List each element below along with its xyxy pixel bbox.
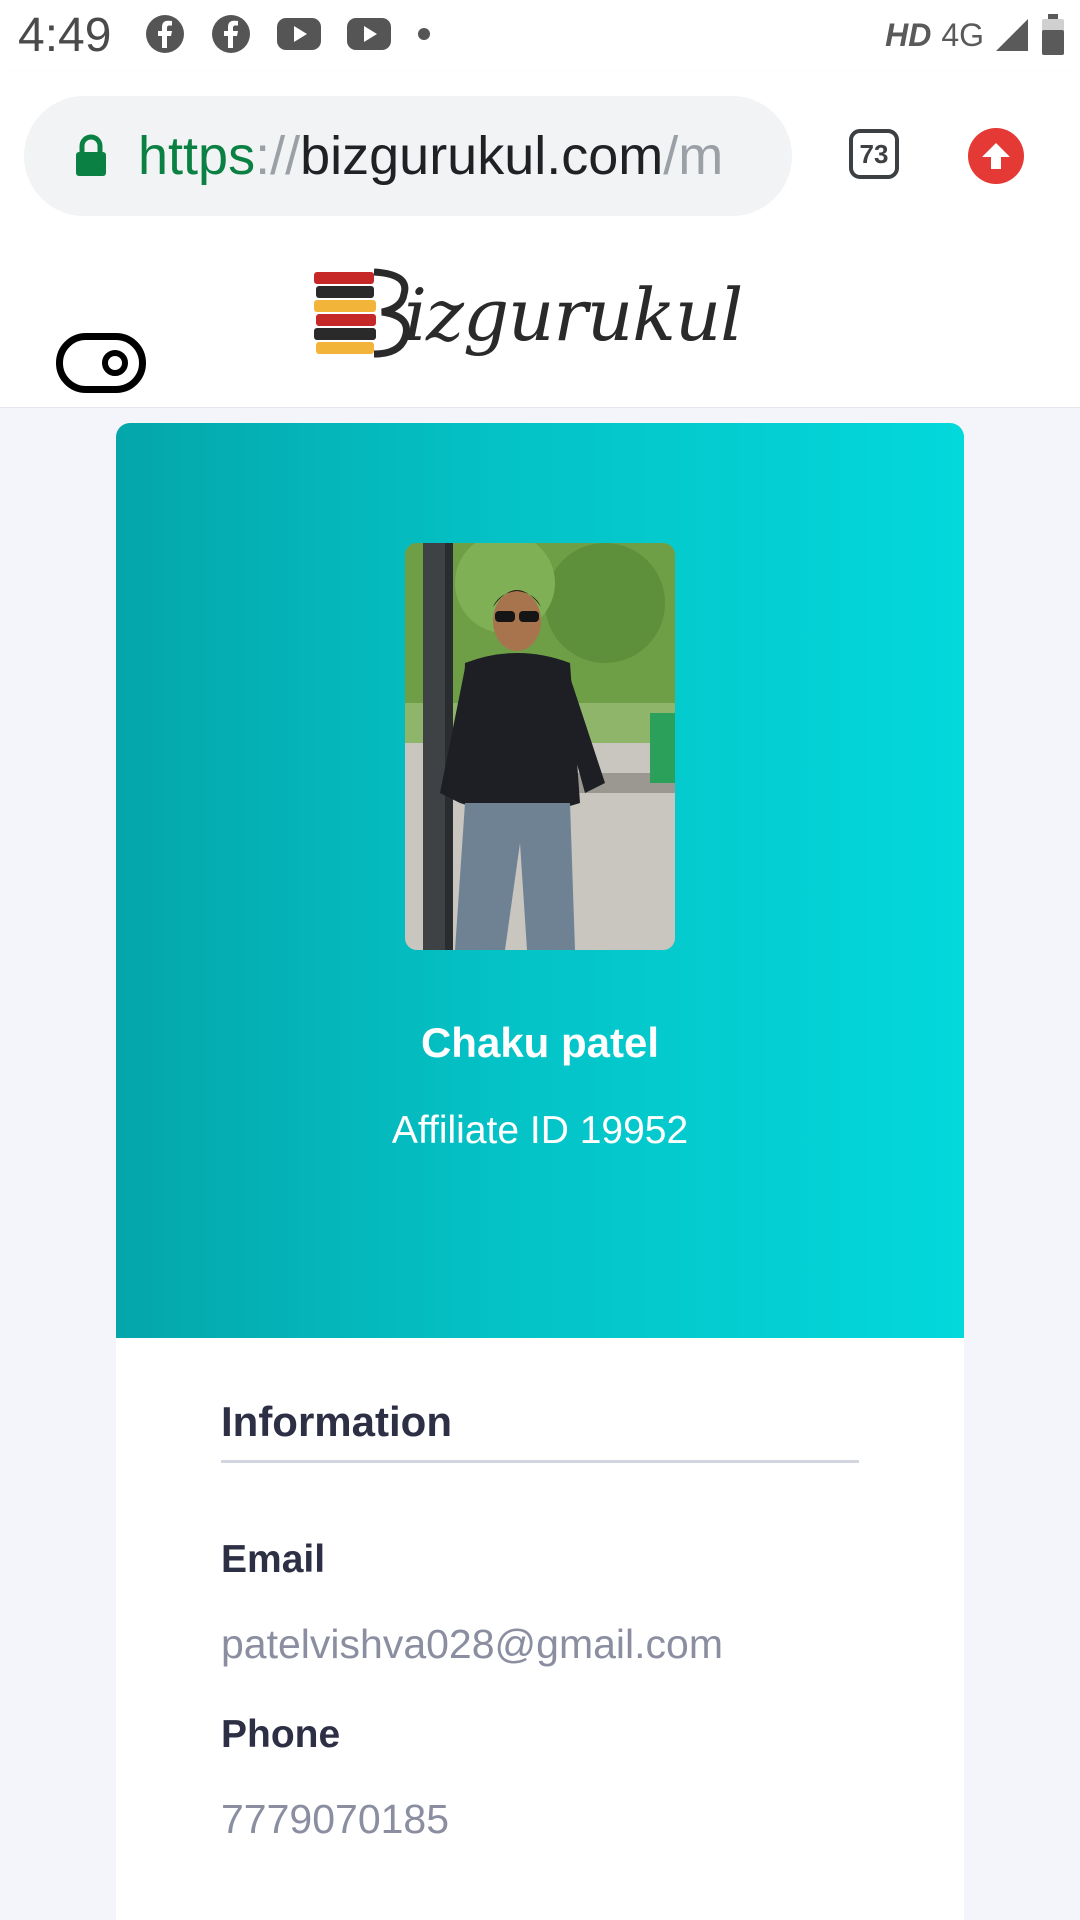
youtube-icon xyxy=(347,18,391,50)
profile-card: Chaku patel Affiliate ID 19952 Informati… xyxy=(116,423,964,1920)
avatar-photo xyxy=(405,543,675,950)
network-hd-label: HD xyxy=(885,16,932,53)
url-host: bizgurukul.com xyxy=(300,126,664,186)
avatar xyxy=(405,543,675,950)
affiliate-id: Affiliate ID 19952 xyxy=(391,1109,689,1152)
network-type-label: 4G xyxy=(941,16,984,53)
toggle-knob-icon xyxy=(102,350,128,376)
books-icon xyxy=(314,268,410,358)
information-panel: Information Email patelvishva028@gmail.c… xyxy=(116,1338,964,1920)
site-logo[interactable]: Bizgurukul xyxy=(312,268,762,368)
dot-icon xyxy=(418,28,430,40)
arrow-up-icon xyxy=(982,143,1010,169)
url-path: /m xyxy=(663,126,724,186)
tab-switcher-button[interactable]: 73 xyxy=(849,129,899,179)
profile-hero: Chaku patel Affiliate ID 19952 xyxy=(116,423,964,1338)
url-scheme: https xyxy=(138,126,256,186)
signal-icon xyxy=(996,19,1028,51)
battery-icon xyxy=(1042,14,1064,55)
email-value: patelvishva028@gmail.com xyxy=(221,1621,723,1667)
heading-divider xyxy=(221,1460,859,1463)
notification-icons xyxy=(145,14,431,54)
url-text[interactable]: https://bizgurukul.com/m xyxy=(138,124,778,188)
youtube-icon xyxy=(277,18,321,50)
facebook-icon xyxy=(146,15,184,53)
status-right: HD 4G xyxy=(885,14,1066,56)
upload-button[interactable] xyxy=(968,128,1024,184)
facebook-icon xyxy=(212,15,250,53)
browser-toolbar: https://bizgurukul.com/m 73 xyxy=(0,72,1080,240)
email-label: Email xyxy=(221,1538,326,1581)
url-separator: :// xyxy=(255,126,301,186)
url-bar[interactable]: https://bizgurukul.com/m xyxy=(24,96,792,216)
lock-icon xyxy=(76,134,106,176)
theme-toggle[interactable] xyxy=(56,333,146,393)
site-header: Bizgurukul xyxy=(0,240,1080,408)
phone-value: 7779070185 xyxy=(221,1796,450,1842)
tab-count: 73 xyxy=(859,138,889,169)
status-time: 4:49 xyxy=(18,9,112,62)
phone-label: Phone xyxy=(221,1713,341,1756)
profile-name: Chaku patel xyxy=(420,1019,660,1066)
status-bar: 4:49 HD 4G xyxy=(0,0,1080,72)
information-heading: Information xyxy=(221,1398,452,1445)
logo-text: izgurukul xyxy=(404,273,743,357)
logo-wordmark: Bizgurukul xyxy=(404,270,743,360)
